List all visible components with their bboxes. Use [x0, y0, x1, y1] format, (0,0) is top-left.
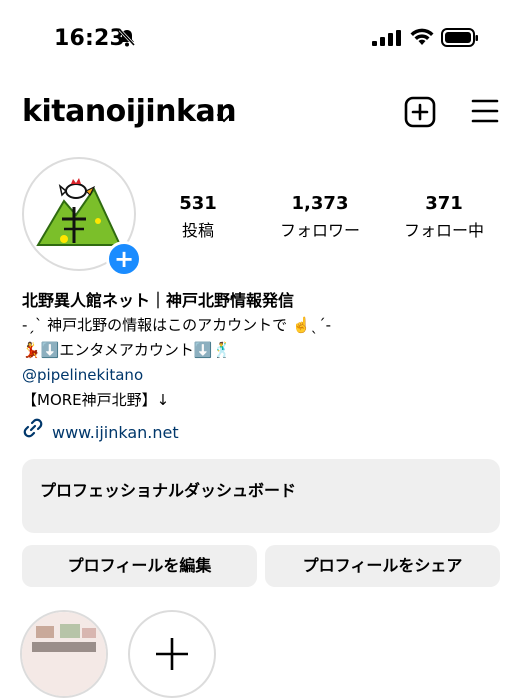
- bio-line-1: -ˏˋ 神戸北野の情報はこのアカウントで ☝️ˎˊ-: [22, 316, 332, 334]
- bio-external-link[interactable]: www.ijinkan.net: [22, 417, 502, 447]
- edit-profile-button[interactable]: プロフィールを編集: [22, 545, 257, 587]
- bio-line-2: 💃⬇️エンタメアカウント⬇️🕺: [22, 341, 232, 359]
- stat-posts-count: 531: [179, 193, 217, 214]
- stat-followers[interactable]: 1,373 フォロワー: [260, 193, 380, 241]
- wifi-icon: [409, 27, 435, 51]
- stat-posts[interactable]: 531 投稿: [138, 193, 258, 241]
- link-icon: [22, 417, 44, 447]
- stat-following[interactable]: 371 フォロー中: [384, 193, 504, 241]
- clock-time: 16:23: [54, 26, 126, 51]
- cellular-signal-icon: [372, 30, 402, 50]
- profile-header: kitanoijinkan: [0, 90, 522, 136]
- status-bar: 16:23: [0, 0, 522, 78]
- stat-followers-count: 1,373: [291, 193, 349, 214]
- stat-following-label: フォロー中: [403, 221, 484, 240]
- hamburger-menu-icon[interactable]: [471, 98, 499, 128]
- account-username-switcher[interactable]: kitanoijinkan: [22, 94, 237, 129]
- bio-mention-link[interactable]: @pipelinekitano: [22, 363, 502, 388]
- add-story-plus-icon[interactable]: +: [106, 241, 142, 277]
- add-square-icon[interactable]: [404, 96, 436, 132]
- plus-icon: [156, 638, 188, 670]
- new-highlight-button[interactable]: [128, 610, 216, 698]
- bio-link-text[interactable]: www.ijinkan.net: [52, 420, 179, 445]
- stat-followers-label: フォロワー: [279, 221, 360, 240]
- stat-posts-label: 投稿: [181, 221, 214, 240]
- bell-slash-icon: [117, 28, 137, 52]
- share-profile-button[interactable]: プロフィールをシェア: [265, 545, 500, 587]
- stat-following-count: 371: [425, 193, 463, 214]
- bio-line-3: 【MORE神戸北野】↓: [22, 391, 170, 409]
- profile-bio: 北野異人館ネット｜神戸北野情報発信 -ˏˋ 神戸北野の情報はこのアカウントで ☝…: [22, 288, 502, 447]
- professional-dashboard-button[interactable]: プロフェッショナルダッシュボード: [22, 459, 500, 533]
- professional-dashboard-label: プロフェッショナルダッシュボード: [40, 481, 297, 500]
- profile-display-name: 北野異人館ネット｜神戸北野情報発信: [22, 291, 295, 310]
- chevron-down-icon[interactable]: [216, 108, 232, 127]
- battery-icon: [441, 27, 479, 53]
- story-highlight[interactable]: [20, 610, 108, 698]
- profile-avatar-container[interactable]: +: [22, 157, 142, 277]
